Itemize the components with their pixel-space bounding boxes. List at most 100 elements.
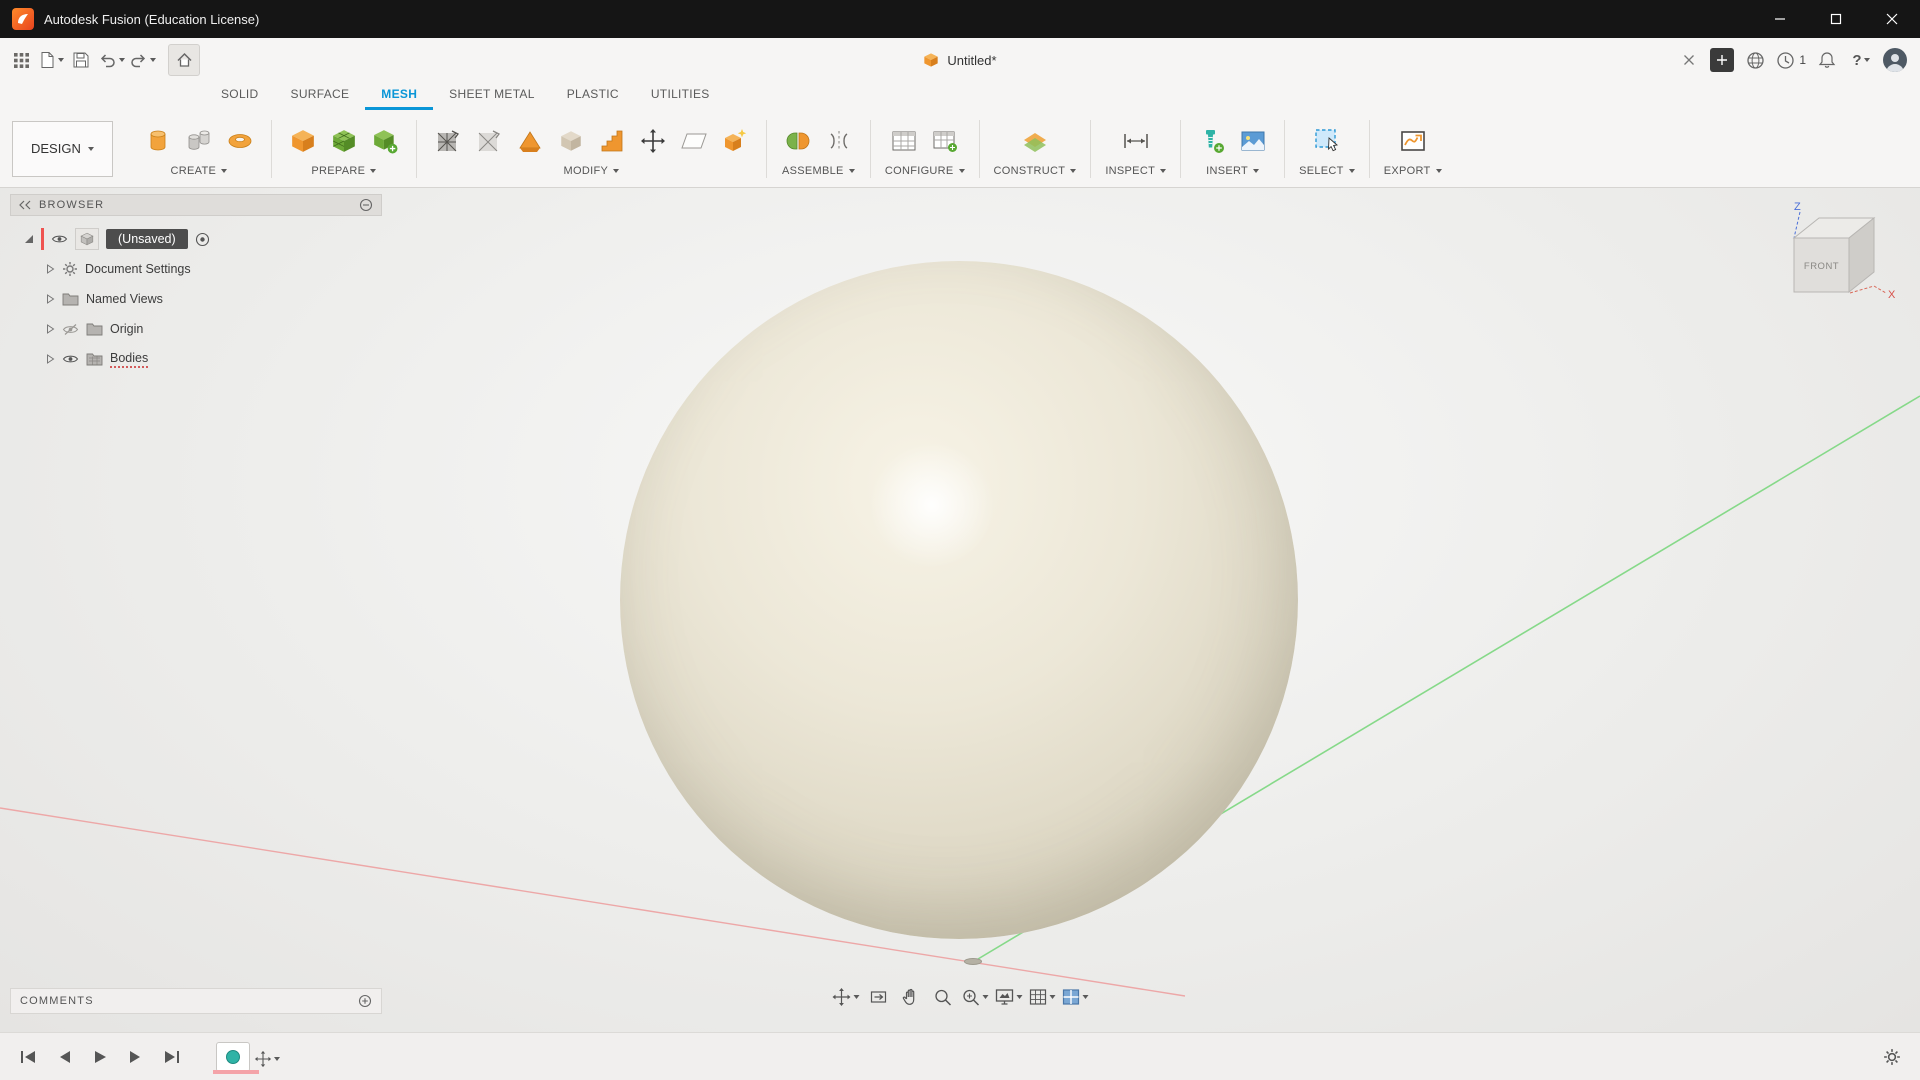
browser-item-document-settings[interactable]: Document Settings xyxy=(10,254,382,284)
erase-fill-button[interactable] xyxy=(595,122,629,160)
tab-utilities[interactable]: UTILITIES xyxy=(635,82,726,110)
prepare-menu[interactable]: PREPARE xyxy=(311,165,376,177)
construct-menu[interactable]: CONSTRUCT xyxy=(994,165,1077,177)
timeline-position-marker[interactable] xyxy=(213,1070,259,1074)
viewports-button[interactable] xyxy=(1062,984,1089,1010)
export-button[interactable] xyxy=(1396,122,1430,160)
browser-item-bodies[interactable]: Bodies xyxy=(10,344,382,374)
timeline-feature-mesh-body[interactable] xyxy=(216,1042,250,1072)
viewport-canvas[interactable]: Z FRONT X BROWSER xyxy=(0,188,1920,1032)
look-at-button[interactable] xyxy=(866,984,892,1010)
job-status-button[interactable] xyxy=(1742,46,1768,74)
modify-menu[interactable]: MODIFY xyxy=(564,165,620,177)
home-view-button[interactable] xyxy=(168,44,200,76)
new-component-button[interactable] xyxy=(781,122,815,160)
create-torus-button[interactable] xyxy=(223,122,257,160)
generate-face-groups-button[interactable] xyxy=(286,122,320,160)
browser-header[interactable]: BROWSER xyxy=(10,194,382,216)
zoom-window-button[interactable] xyxy=(962,984,989,1010)
collapse-all-icon[interactable] xyxy=(359,198,373,212)
maximize-button[interactable] xyxy=(1808,0,1864,38)
smooth-button[interactable] xyxy=(554,122,588,160)
close-tab-button[interactable] xyxy=(1676,46,1702,74)
expander-expanded-icon[interactable] xyxy=(24,234,34,244)
auto-repair-button[interactable] xyxy=(718,122,752,160)
browser-item-origin[interactable]: Origin xyxy=(10,314,382,344)
expander-collapsed-icon[interactable] xyxy=(46,264,55,274)
collapse-panel-icon[interactable] xyxy=(19,200,31,210)
assemble-menu[interactable]: ASSEMBLE xyxy=(782,165,855,177)
remesh-button[interactable] xyxy=(431,122,465,160)
expander-collapsed-icon[interactable] xyxy=(46,354,55,364)
configure-menu[interactable]: CONFIGURE xyxy=(885,165,965,177)
combine-button[interactable] xyxy=(513,122,547,160)
timeline-step-forward-button[interactable] xyxy=(122,1043,150,1071)
construction-plane-button[interactable] xyxy=(1018,122,1052,160)
expander-collapsed-icon[interactable] xyxy=(46,294,55,304)
timeline-step-back-button[interactable] xyxy=(50,1043,78,1071)
visibility-eye-icon[interactable] xyxy=(51,233,68,245)
measure-button[interactable] xyxy=(1119,122,1153,160)
mesh-body-sphere[interactable] xyxy=(620,261,1298,939)
export-menu[interactable]: EXPORT xyxy=(1384,165,1442,177)
tab-mesh[interactable]: MESH xyxy=(365,82,433,110)
create-menu[interactable]: CREATE xyxy=(171,165,228,177)
activity-history-button[interactable]: 1 xyxy=(1776,46,1806,74)
repair-mesh-button[interactable] xyxy=(368,122,402,160)
plane-cut-button[interactable] xyxy=(677,122,711,160)
undo-button[interactable] xyxy=(98,46,125,74)
viewcube[interactable]: Z FRONT X xyxy=(1754,194,1904,319)
timeline-move-handle[interactable] xyxy=(254,1046,280,1072)
notifications-button[interactable] xyxy=(1814,46,1840,74)
redo-button[interactable] xyxy=(129,46,156,74)
pan-button[interactable] xyxy=(898,984,924,1010)
expander-collapsed-icon[interactable] xyxy=(46,324,55,334)
zoom-button[interactable] xyxy=(930,984,956,1010)
convert-mesh-button[interactable] xyxy=(327,122,361,160)
close-window-button[interactable] xyxy=(1864,0,1920,38)
tab-plastic[interactable]: PLASTIC xyxy=(551,82,635,110)
insert-menu[interactable]: INSERT xyxy=(1206,165,1259,177)
timeline-go-to-start-button[interactable] xyxy=(14,1043,42,1071)
minimize-button[interactable] xyxy=(1752,0,1808,38)
browser-item-unsaved[interactable]: (Unsaved) xyxy=(10,224,382,254)
timeline-settings-button[interactable] xyxy=(1878,1043,1906,1071)
select-tool-button[interactable] xyxy=(1310,122,1344,160)
visibility-eye-icon[interactable] xyxy=(62,353,79,365)
save-button[interactable] xyxy=(68,46,94,74)
create-primitive-button[interactable] xyxy=(182,122,216,160)
file-menu-button[interactable] xyxy=(38,46,64,74)
move-copy-button[interactable] xyxy=(636,122,670,160)
activate-component-icon[interactable] xyxy=(195,232,210,247)
insert-fastener-button[interactable] xyxy=(1195,122,1229,160)
workspace-switcher[interactable]: DESIGN xyxy=(12,121,113,177)
insert-canvas-button[interactable] xyxy=(1236,122,1270,160)
tab-sheet-metal[interactable]: SHEET METAL xyxy=(433,82,551,110)
tab-solid[interactable]: SOLID xyxy=(205,82,275,110)
comments-panel[interactable]: COMMENTS xyxy=(10,988,382,1014)
folder-icon xyxy=(62,292,79,306)
browser-item-named-views[interactable]: Named Views xyxy=(10,284,382,314)
select-menu[interactable]: SELECT xyxy=(1299,165,1355,177)
reduce-button[interactable] xyxy=(472,122,506,160)
document-tab[interactable]: Untitled* xyxy=(913,44,1006,76)
timeline-go-to-end-button[interactable] xyxy=(158,1043,186,1071)
help-button[interactable]: ? xyxy=(1848,46,1874,74)
app-grid-menu-button[interactable] xyxy=(8,46,34,74)
orbit-button[interactable] xyxy=(832,984,860,1010)
new-tab-button[interactable] xyxy=(1710,48,1734,72)
inspect-menu[interactable]: INSPECT xyxy=(1105,165,1166,177)
configuration-table-button[interactable] xyxy=(887,122,921,160)
account-button[interactable] xyxy=(1882,46,1908,74)
timeline-track[interactable] xyxy=(216,1042,280,1072)
save-icon xyxy=(72,51,90,69)
visibility-off-eye-icon[interactable] xyxy=(62,323,79,336)
mirror-button[interactable] xyxy=(822,122,856,160)
tab-surface[interactable]: SURFACE xyxy=(275,82,366,110)
timeline-play-button[interactable] xyxy=(86,1043,114,1071)
grid-settings-button[interactable] xyxy=(1029,984,1056,1010)
add-comment-icon[interactable] xyxy=(358,994,372,1008)
add-configuration-button[interactable] xyxy=(928,122,962,160)
insert-mesh-button[interactable] xyxy=(141,122,175,160)
display-settings-button[interactable] xyxy=(995,984,1023,1010)
